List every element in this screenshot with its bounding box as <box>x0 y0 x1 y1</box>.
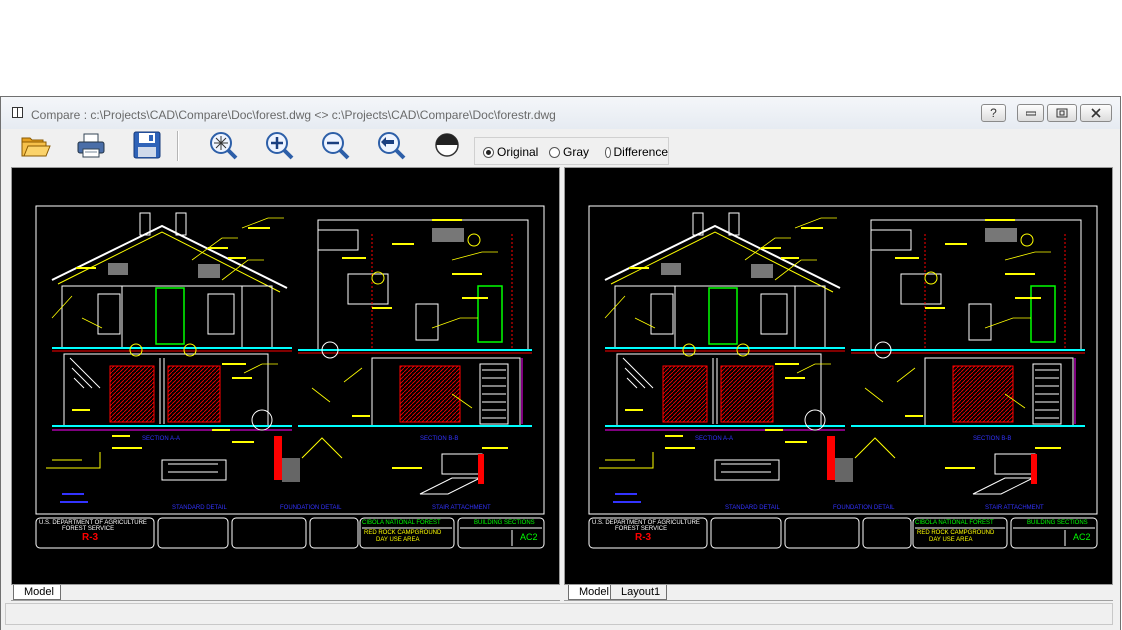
right-drawing-canvas: U.S. DEPARTMENT OF AGRICULTURE FOREST SE… <box>588 205 1098 549</box>
left-sheet-number: AC2 <box>520 532 538 542</box>
right-title-region: R-3 <box>635 532 652 543</box>
right-detail-stair: STAIR ATTACHMENT <box>985 505 1044 511</box>
right-drawing-viewport[interactable]: U.S. DEPARTMENT OF AGRICULTURE FOREST SE… <box>564 167 1113 585</box>
right-tab-model[interactable]: Model <box>568 585 616 600</box>
radio-gray-dot <box>549 146 560 158</box>
right-layout-tabs: Model Layout1 <box>564 585 1113 601</box>
minimize-icon <box>1025 111 1036 116</box>
radio-original[interactable]: Original <box>483 145 538 159</box>
close-button[interactable] <box>1080 104 1112 122</box>
zoom-in-icon <box>266 132 294 160</box>
toolbar: Original Gray Difference <box>7 129 1113 165</box>
radio-gray[interactable]: Gray <box>549 145 589 159</box>
right-title-forest: CIBOLA NATIONAL FOREST <box>915 520 994 526</box>
contrast-button[interactable] <box>431 129 463 161</box>
right-sheet-title: BUILDING SECTIONS <box>1027 520 1088 526</box>
compare-window: Compare : c:\Projects\CAD\Compare\Doc\fo… <box>0 96 1121 630</box>
right-title-site1: RED ROCK CAMPGROUND <box>917 530 995 536</box>
radio-difference-label: Difference <box>613 145 668 159</box>
zoom-previous-icon <box>378 132 406 160</box>
right-section-b: SECTION B-B <box>973 436 1011 442</box>
minimize-button[interactable] <box>1017 104 1044 122</box>
zoom-in-button[interactable] <box>263 129 295 161</box>
left-drawing-viewport[interactable]: U.S. DEPARTMENT OF AGRICULTURE FOREST SE… <box>11 167 560 585</box>
radio-difference-dot <box>605 146 611 158</box>
save-button[interactable] <box>131 129 163 161</box>
left-title-forest: CIBOLA NATIONAL FOREST <box>362 520 441 526</box>
help-button[interactable]: ? <box>981 104 1006 122</box>
display-mode-group: Original Gray Difference <box>474 137 669 165</box>
left-title-site2: DAY USE AREA <box>376 537 419 543</box>
left-detail-stair: STAIR ATTACHMENT <box>432 505 491 511</box>
left-sheet-title: BUILDING SECTIONS <box>474 520 535 526</box>
left-section-b: SECTION B-B <box>420 436 458 442</box>
close-icon <box>1091 108 1101 118</box>
left-detail-foundation: FOUNDATION DETAIL <box>280 505 342 511</box>
zoom-out-button[interactable] <box>319 129 351 161</box>
app-icon <box>12 107 23 118</box>
left-title-site1: RED ROCK CAMPGROUND <box>364 530 442 536</box>
maximize-icon <box>1056 108 1068 118</box>
zoom-out-icon <box>322 132 350 160</box>
window-title: Compare : c:\Projects\CAD\Compare\Doc\fo… <box>31 108 556 122</box>
radio-difference[interactable]: Difference <box>605 145 668 159</box>
zoom-extents-icon <box>210 132 238 160</box>
folder-open-icon <box>21 137 51 157</box>
status-bar <box>5 603 1113 625</box>
printer-icon <box>77 133 105 158</box>
zoom-extents-button[interactable] <box>207 129 239 161</box>
floppy-disk-icon <box>133 131 161 159</box>
left-section-a: SECTION A-A <box>142 436 180 442</box>
right-tab-layout1[interactable]: Layout1 <box>610 585 668 600</box>
radio-original-label: Original <box>497 145 539 159</box>
left-tab-model[interactable]: Model <box>13 585 61 600</box>
left-layout-tabs: Model <box>11 585 560 601</box>
maximize-button[interactable] <box>1047 104 1077 122</box>
toolbar-separator <box>177 131 179 161</box>
right-title-site2: DAY USE AREA <box>929 537 972 543</box>
zoom-previous-button[interactable] <box>375 129 407 161</box>
contrast-icon <box>435 133 459 157</box>
right-detail-foundation: FOUNDATION DETAIL <box>833 505 895 511</box>
open-button[interactable] <box>19 129 51 161</box>
radio-gray-label: Gray <box>563 145 590 159</box>
left-title-region: R-3 <box>82 532 99 543</box>
right-section-a: SECTION A-A <box>695 436 733 442</box>
right-sheet-number: AC2 <box>1073 532 1091 542</box>
radio-original-dot <box>483 146 494 158</box>
print-button[interactable] <box>75 129 107 161</box>
title-bar[interactable]: Compare : c:\Projects\CAD\Compare\Doc\fo… <box>1 97 1120 129</box>
right-detail-standard: STANDARD DETAIL <box>725 505 780 511</box>
left-drawing-canvas: U.S. DEPARTMENT OF AGRICULTURE FOREST SE… <box>35 205 545 549</box>
left-detail-standard: STANDARD DETAIL <box>172 505 227 511</box>
